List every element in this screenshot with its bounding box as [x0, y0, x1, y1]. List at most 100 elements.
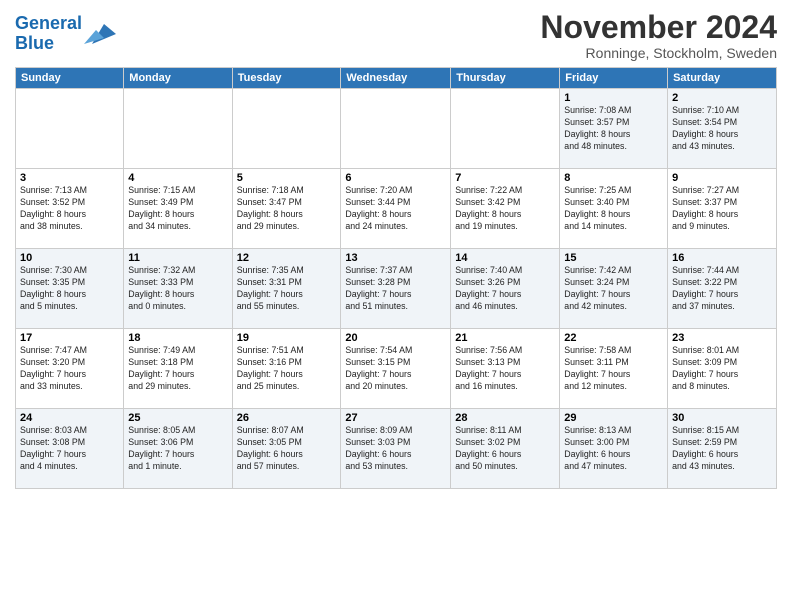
cell-week0-day0: [16, 89, 124, 169]
cell-week3-day1: 18Sunrise: 7:49 AMSunset: 3:18 PMDayligh…: [124, 329, 232, 409]
day-number: 3: [20, 172, 119, 184]
day-number: 7: [455, 172, 555, 184]
day-info: Sunrise: 7:10 AMSunset: 3:54 PMDaylight:…: [672, 105, 772, 153]
day-info: Sunrise: 7:49 AMSunset: 3:18 PMDaylight:…: [128, 345, 227, 393]
cell-week1-day3: 6Sunrise: 7:20 AMSunset: 3:44 PMDaylight…: [341, 169, 451, 249]
title-block: November 2024 Ronninge, Stockholm, Swede…: [540, 10, 777, 61]
week-row-2: 10Sunrise: 7:30 AMSunset: 3:35 PMDayligh…: [16, 249, 777, 329]
header-sunday: Sunday: [16, 68, 124, 89]
cell-week3-day0: 17Sunrise: 7:47 AMSunset: 3:20 PMDayligh…: [16, 329, 124, 409]
day-info: Sunrise: 7:20 AMSunset: 3:44 PMDaylight:…: [345, 185, 446, 233]
day-info: Sunrise: 8:11 AMSunset: 3:02 PMDaylight:…: [455, 425, 555, 473]
day-info: Sunrise: 8:03 AMSunset: 3:08 PMDaylight:…: [20, 425, 119, 473]
logo-icon: [84, 20, 116, 48]
cell-week0-day4: [451, 89, 560, 169]
day-number: 25: [128, 412, 227, 424]
day-info: Sunrise: 7:13 AMSunset: 3:52 PMDaylight:…: [20, 185, 119, 233]
day-number: 13: [345, 252, 446, 264]
calendar-table: Sunday Monday Tuesday Wednesday Thursday…: [15, 67, 777, 489]
day-number: 6: [345, 172, 446, 184]
cell-week1-day4: 7Sunrise: 7:22 AMSunset: 3:42 PMDaylight…: [451, 169, 560, 249]
day-number: 26: [237, 412, 337, 424]
cell-week4-day3: 27Sunrise: 8:09 AMSunset: 3:03 PMDayligh…: [341, 409, 451, 489]
header-wednesday: Wednesday: [341, 68, 451, 89]
cell-week2-day4: 14Sunrise: 7:40 AMSunset: 3:26 PMDayligh…: [451, 249, 560, 329]
day-number: 17: [20, 332, 119, 344]
day-number: 23: [672, 332, 772, 344]
cell-week0-day5: 1Sunrise: 7:08 AMSunset: 3:57 PMDaylight…: [560, 89, 668, 169]
day-info: Sunrise: 8:13 AMSunset: 3:00 PMDaylight:…: [564, 425, 663, 473]
page-header: General Blue November 2024 Ronninge, Sto…: [15, 10, 777, 61]
day-number: 1: [564, 92, 663, 104]
day-number: 19: [237, 332, 337, 344]
logo-line2: Blue: [15, 33, 54, 53]
cell-week3-day4: 21Sunrise: 7:56 AMSunset: 3:13 PMDayligh…: [451, 329, 560, 409]
day-number: 11: [128, 252, 227, 264]
day-number: 21: [455, 332, 555, 344]
day-info: Sunrise: 7:37 AMSunset: 3:28 PMDaylight:…: [345, 265, 446, 313]
cell-week0-day6: 2Sunrise: 7:10 AMSunset: 3:54 PMDaylight…: [668, 89, 777, 169]
cell-week0-day2: [232, 89, 341, 169]
cell-week4-day2: 26Sunrise: 8:07 AMSunset: 3:05 PMDayligh…: [232, 409, 341, 489]
cell-week0-day1: [124, 89, 232, 169]
day-info: Sunrise: 7:44 AMSunset: 3:22 PMDaylight:…: [672, 265, 772, 313]
location: Ronninge, Stockholm, Sweden: [540, 45, 777, 61]
day-info: Sunrise: 7:58 AMSunset: 3:11 PMDaylight:…: [564, 345, 663, 393]
day-info: Sunrise: 7:35 AMSunset: 3:31 PMDaylight:…: [237, 265, 337, 313]
day-info: Sunrise: 7:47 AMSunset: 3:20 PMDaylight:…: [20, 345, 119, 393]
day-info: Sunrise: 7:25 AMSunset: 3:40 PMDaylight:…: [564, 185, 663, 233]
header-saturday: Saturday: [668, 68, 777, 89]
day-info: Sunrise: 7:51 AMSunset: 3:16 PMDaylight:…: [237, 345, 337, 393]
day-number: 27: [345, 412, 446, 424]
day-number: 14: [455, 252, 555, 264]
month-title: November 2024: [540, 10, 777, 45]
cell-week4-day1: 25Sunrise: 8:05 AMSunset: 3:06 PMDayligh…: [124, 409, 232, 489]
week-row-1: 3Sunrise: 7:13 AMSunset: 3:52 PMDaylight…: [16, 169, 777, 249]
day-number: 28: [455, 412, 555, 424]
day-info: Sunrise: 7:42 AMSunset: 3:24 PMDaylight:…: [564, 265, 663, 313]
day-number: 10: [20, 252, 119, 264]
cell-week1-day6: 9Sunrise: 7:27 AMSunset: 3:37 PMDaylight…: [668, 169, 777, 249]
day-info: Sunrise: 7:08 AMSunset: 3:57 PMDaylight:…: [564, 105, 663, 153]
day-info: Sunrise: 7:22 AMSunset: 3:42 PMDaylight:…: [455, 185, 555, 233]
day-number: 2: [672, 92, 772, 104]
day-info: Sunrise: 8:05 AMSunset: 3:06 PMDaylight:…: [128, 425, 227, 473]
week-row-4: 24Sunrise: 8:03 AMSunset: 3:08 PMDayligh…: [16, 409, 777, 489]
logo-line1: General: [15, 13, 82, 33]
cell-week2-day2: 12Sunrise: 7:35 AMSunset: 3:31 PMDayligh…: [232, 249, 341, 329]
logo: General Blue: [15, 14, 116, 54]
day-number: 9: [672, 172, 772, 184]
cell-week1-day2: 5Sunrise: 7:18 AMSunset: 3:47 PMDaylight…: [232, 169, 341, 249]
cell-week0-day3: [341, 89, 451, 169]
day-number: 4: [128, 172, 227, 184]
day-info: Sunrise: 7:27 AMSunset: 3:37 PMDaylight:…: [672, 185, 772, 233]
day-info: Sunrise: 8:01 AMSunset: 3:09 PMDaylight:…: [672, 345, 772, 393]
week-row-3: 17Sunrise: 7:47 AMSunset: 3:20 PMDayligh…: [16, 329, 777, 409]
header-monday: Monday: [124, 68, 232, 89]
week-row-0: 1Sunrise: 7:08 AMSunset: 3:57 PMDaylight…: [16, 89, 777, 169]
cell-week1-day5: 8Sunrise: 7:25 AMSunset: 3:40 PMDaylight…: [560, 169, 668, 249]
weekday-header-row: Sunday Monday Tuesday Wednesday Thursday…: [16, 68, 777, 89]
cell-week4-day0: 24Sunrise: 8:03 AMSunset: 3:08 PMDayligh…: [16, 409, 124, 489]
cell-week2-day0: 10Sunrise: 7:30 AMSunset: 3:35 PMDayligh…: [16, 249, 124, 329]
day-number: 18: [128, 332, 227, 344]
cell-week1-day0: 3Sunrise: 7:13 AMSunset: 3:52 PMDaylight…: [16, 169, 124, 249]
day-number: 8: [564, 172, 663, 184]
day-number: 29: [564, 412, 663, 424]
cell-week3-day2: 19Sunrise: 7:51 AMSunset: 3:16 PMDayligh…: [232, 329, 341, 409]
day-info: Sunrise: 7:54 AMSunset: 3:15 PMDaylight:…: [345, 345, 446, 393]
header-tuesday: Tuesday: [232, 68, 341, 89]
day-info: Sunrise: 7:40 AMSunset: 3:26 PMDaylight:…: [455, 265, 555, 313]
cell-week4-day5: 29Sunrise: 8:13 AMSunset: 3:00 PMDayligh…: [560, 409, 668, 489]
day-info: Sunrise: 8:09 AMSunset: 3:03 PMDaylight:…: [345, 425, 446, 473]
cell-week2-day5: 15Sunrise: 7:42 AMSunset: 3:24 PMDayligh…: [560, 249, 668, 329]
day-number: 15: [564, 252, 663, 264]
day-number: 5: [237, 172, 337, 184]
cell-week2-day3: 13Sunrise: 7:37 AMSunset: 3:28 PMDayligh…: [341, 249, 451, 329]
day-number: 22: [564, 332, 663, 344]
header-friday: Friday: [560, 68, 668, 89]
day-info: Sunrise: 7:30 AMSunset: 3:35 PMDaylight:…: [20, 265, 119, 313]
cell-week1-day1: 4Sunrise: 7:15 AMSunset: 3:49 PMDaylight…: [124, 169, 232, 249]
day-info: Sunrise: 7:18 AMSunset: 3:47 PMDaylight:…: [237, 185, 337, 233]
cell-week2-day1: 11Sunrise: 7:32 AMSunset: 3:33 PMDayligh…: [124, 249, 232, 329]
